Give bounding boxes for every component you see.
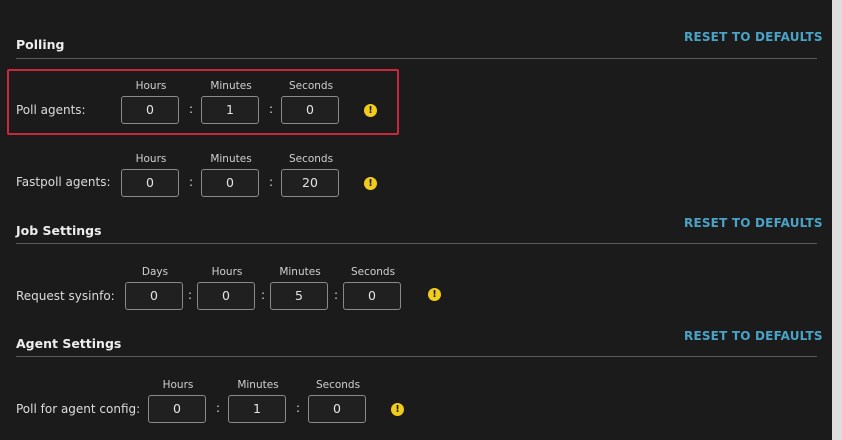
poll-agent-config-seconds-unit: Seconds bbox=[315, 379, 361, 391]
request-sysinfo-hours-input[interactable]: 0 bbox=[197, 282, 255, 310]
job-settings-divider bbox=[16, 243, 817, 244]
agent-settings-section-title: Agent Settings bbox=[16, 336, 122, 351]
polling-section-title: Polling bbox=[16, 37, 65, 52]
scrollbar[interactable] bbox=[832, 0, 842, 440]
time-separator: : bbox=[268, 102, 274, 116]
poll-agent-config-hours-unit: Hours bbox=[162, 379, 194, 391]
polling-divider bbox=[16, 58, 817, 59]
request-sysinfo-label: Request sysinfo: bbox=[16, 289, 115, 303]
poll-agents-row: Poll agents: Hours Minutes Seconds 0 : 1… bbox=[0, 78, 832, 138]
request-sysinfo-seconds-input[interactable]: 0 bbox=[343, 282, 401, 310]
fastpoll-agents-row: Fastpoll agents: Hours Minutes Seconds 0… bbox=[0, 151, 832, 211]
agent-settings-divider bbox=[16, 356, 817, 357]
time-separator: : bbox=[188, 102, 194, 116]
poll-agents-minutes-input[interactable]: 1 bbox=[201, 96, 259, 124]
agent-settings-reset-button[interactable]: RESET TO DEFAULTS bbox=[684, 329, 823, 343]
request-sysinfo-days-unit: Days bbox=[141, 266, 169, 278]
poll-agents-label: Poll agents: bbox=[16, 103, 86, 117]
warning-icon[interactable]: ! bbox=[391, 403, 404, 416]
request-sysinfo-days-input[interactable]: 0 bbox=[125, 282, 183, 310]
fastpoll-agents-hours-input[interactable]: 0 bbox=[121, 169, 179, 197]
time-separator: : bbox=[215, 401, 221, 415]
job-settings-section-title: Job Settings bbox=[16, 223, 102, 238]
request-sysinfo-row: Request sysinfo: Days Hours Minutes Seco… bbox=[0, 264, 832, 324]
poll-agent-config-row: Poll for agent config: Hours Minutes Sec… bbox=[0, 377, 832, 437]
poll-agents-hours-input[interactable]: 0 bbox=[121, 96, 179, 124]
job-settings-reset-button[interactable]: RESET TO DEFAULTS bbox=[684, 216, 823, 230]
poll-agents-hours-unit: Hours bbox=[135, 80, 167, 92]
time-separator: : bbox=[260, 288, 266, 302]
poll-agents-seconds-unit: Seconds bbox=[288, 80, 334, 92]
warning-icon[interactable]: ! bbox=[364, 104, 377, 117]
polling-reset-button[interactable]: RESET TO DEFAULTS bbox=[684, 30, 823, 44]
time-separator: : bbox=[188, 175, 194, 189]
time-separator: : bbox=[187, 288, 193, 302]
fastpoll-agents-hours-unit: Hours bbox=[135, 153, 167, 165]
fastpoll-agents-minutes-unit: Minutes bbox=[210, 153, 252, 165]
request-sysinfo-hours-unit: Hours bbox=[211, 266, 243, 278]
fastpoll-agents-seconds-input[interactable]: 20 bbox=[281, 169, 339, 197]
poll-agent-config-seconds-input[interactable]: 0 bbox=[308, 395, 366, 423]
fastpoll-agents-minutes-input[interactable]: 0 bbox=[201, 169, 259, 197]
time-separator: : bbox=[295, 401, 301, 415]
poll-agents-seconds-input[interactable]: 0 bbox=[281, 96, 339, 124]
warning-icon[interactable]: ! bbox=[364, 177, 377, 190]
poll-agent-config-minutes-input[interactable]: 1 bbox=[228, 395, 286, 423]
time-separator: : bbox=[268, 175, 274, 189]
request-sysinfo-seconds-unit: Seconds bbox=[350, 266, 396, 278]
fastpoll-agents-seconds-unit: Seconds bbox=[288, 153, 334, 165]
poll-agent-config-hours-input[interactable]: 0 bbox=[148, 395, 206, 423]
time-separator: : bbox=[333, 288, 339, 302]
fastpoll-agents-label: Fastpoll agents: bbox=[16, 175, 111, 189]
request-sysinfo-minutes-input[interactable]: 5 bbox=[270, 282, 328, 310]
poll-agent-config-label: Poll for agent config: bbox=[16, 402, 141, 416]
poll-agents-minutes-unit: Minutes bbox=[210, 80, 252, 92]
warning-icon[interactable]: ! bbox=[428, 288, 441, 301]
poll-agent-config-minutes-unit: Minutes bbox=[237, 379, 279, 391]
request-sysinfo-minutes-unit: Minutes bbox=[279, 266, 321, 278]
